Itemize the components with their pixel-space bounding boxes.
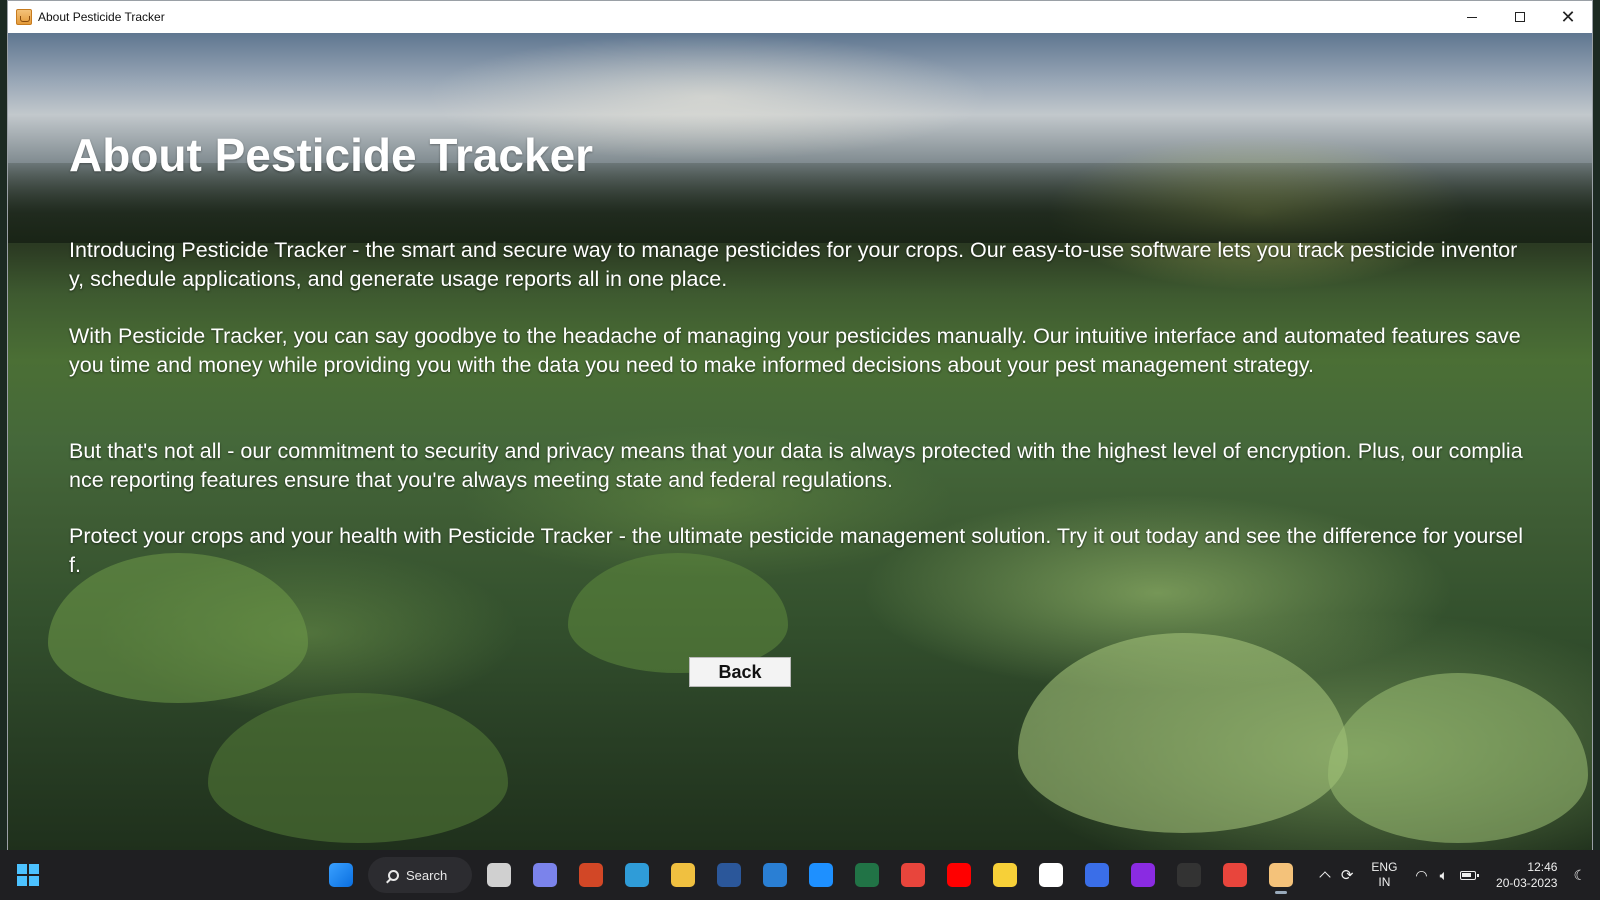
- window-controls: ✕: [1448, 1, 1592, 33]
- system-tray: ⟳ ENG IN ◠ 🔈︎ 12:46 20-03-2023 ☾: [1315, 850, 1600, 900]
- taskbar-app-button[interactable]: [522, 855, 568, 895]
- app-w-icon: [1085, 863, 1109, 887]
- taskbar-apps: Search: [318, 855, 1304, 895]
- chat-icon: [533, 863, 557, 887]
- taskbar-app-button[interactable]: [706, 855, 752, 895]
- search-label: Search: [406, 867, 448, 883]
- volume-icon[interactable]: 🔈︎: [1440, 867, 1448, 884]
- show-hidden-icons-button[interactable]: [1319, 869, 1331, 883]
- region-code: IN: [1378, 875, 1391, 889]
- back-button[interactable]: Back: [689, 657, 791, 687]
- title-bar[interactable]: About Pesticide Tracker ✕: [8, 1, 1592, 33]
- closing-paragraph: Protect your crops and your health with …: [69, 524, 1524, 577]
- excel-icon: [855, 863, 879, 887]
- page-title: About Pesticide Tracker: [69, 129, 594, 181]
- about-panel: About Pesticide Tracker Introducing Pest…: [8, 33, 1592, 851]
- language-indicator[interactable]: ENG IN: [1371, 860, 1397, 890]
- windows-logo-icon: [29, 864, 39, 874]
- windows-logo-icon: [29, 876, 39, 886]
- taskbar-app-button[interactable]: [614, 855, 660, 895]
- taskbar-search[interactable]: Search: [368, 857, 472, 893]
- chevron-up-icon: [1319, 871, 1331, 883]
- search-icon: [388, 869, 399, 881]
- clock[interactable]: 12:46 20-03-2023: [1496, 859, 1557, 891]
- word-icon: [717, 863, 741, 887]
- sticky-notes-icon: [993, 863, 1017, 887]
- taskbar-app-button[interactable]: [752, 855, 798, 895]
- windows-logo-icon: [17, 864, 27, 874]
- taskbar-app-button[interactable]: [1028, 855, 1074, 895]
- window-title: About Pesticide Tracker: [38, 10, 165, 24]
- java-app-icon: [1269, 863, 1293, 887]
- wifi-icon[interactable]: ◠: [1415, 867, 1427, 884]
- taskbar-app-button[interactable]: [844, 855, 890, 895]
- taskbar-app-button[interactable]: [798, 855, 844, 895]
- battery-icon[interactable]: [1460, 870, 1480, 880]
- minimize-button[interactable]: [1448, 1, 1496, 33]
- taskbar-app-button[interactable]: [1166, 855, 1212, 895]
- intellij-icon: [1131, 863, 1155, 887]
- taskbar-app-button[interactable]: [982, 855, 1028, 895]
- notion-icon: [1039, 863, 1063, 887]
- windows-icon: [329, 863, 353, 887]
- taskbar-app-button[interactable]: [1074, 855, 1120, 895]
- taskbar-app-button[interactable]: [660, 855, 706, 895]
- file-explorer-icon: [671, 863, 695, 887]
- taskbar: Search ⟳ ENG IN ◠ 🔈︎ 12:46 20-03-2023 ☾: [0, 850, 1600, 900]
- chrome-icon: [901, 863, 925, 887]
- background-leaf: [1018, 633, 1348, 833]
- background-leaf: [1328, 673, 1588, 843]
- task-view-icon: [487, 863, 511, 887]
- taskbar-app-button[interactable]: [1120, 855, 1166, 895]
- clock-time: 12:46: [1527, 860, 1558, 874]
- youtube-icon: [947, 863, 971, 887]
- taskbar-app-button[interactable]: [476, 855, 522, 895]
- language-code: ENG: [1371, 860, 1398, 874]
- browser-icon: [809, 863, 833, 887]
- terminal-icon: [1177, 863, 1201, 887]
- taskbar-app-button[interactable]: [1258, 855, 1304, 895]
- app-window: About Pesticide Tracker ✕ About Pesticid…: [7, 0, 1593, 851]
- start-button[interactable]: [17, 864, 39, 886]
- minimize-icon: [1467, 16, 1477, 18]
- pinned-apps: [476, 855, 1304, 895]
- windows-start-center[interactable]: [318, 855, 364, 895]
- taskbar-app-button[interactable]: [1212, 855, 1258, 895]
- clock-date: 20-03-2023: [1496, 876, 1558, 890]
- taskbar-app-button[interactable]: [568, 855, 614, 895]
- windows-logo-icon: [17, 876, 27, 886]
- sync-icon[interactable]: ⟳: [1341, 866, 1354, 884]
- powerpoint-icon: [579, 863, 603, 887]
- intro-paragraph: Introducing Pesticide Tracker - the smar…: [69, 238, 1518, 291]
- notifications-icon[interactable]: ☾: [1573, 867, 1586, 884]
- taskbar-app-button[interactable]: [890, 855, 936, 895]
- close-button[interactable]: ✕: [1544, 1, 1592, 33]
- edge-icon: [625, 863, 649, 887]
- security-paragraph: But that's not all - our commitment to s…: [69, 439, 1523, 492]
- maximize-button[interactable]: [1496, 1, 1544, 33]
- features-paragraph: With Pesticide Tracker, you can say good…: [69, 324, 1521, 377]
- maximize-icon: [1515, 12, 1525, 22]
- taskbar-app-button[interactable]: [936, 855, 982, 895]
- chrome-profile-icon: [1223, 863, 1247, 887]
- mail-icon: [763, 863, 787, 887]
- close-icon: ✕: [1560, 6, 1576, 28]
- background-leaf: [208, 693, 508, 843]
- java-cup-icon: [16, 9, 32, 25]
